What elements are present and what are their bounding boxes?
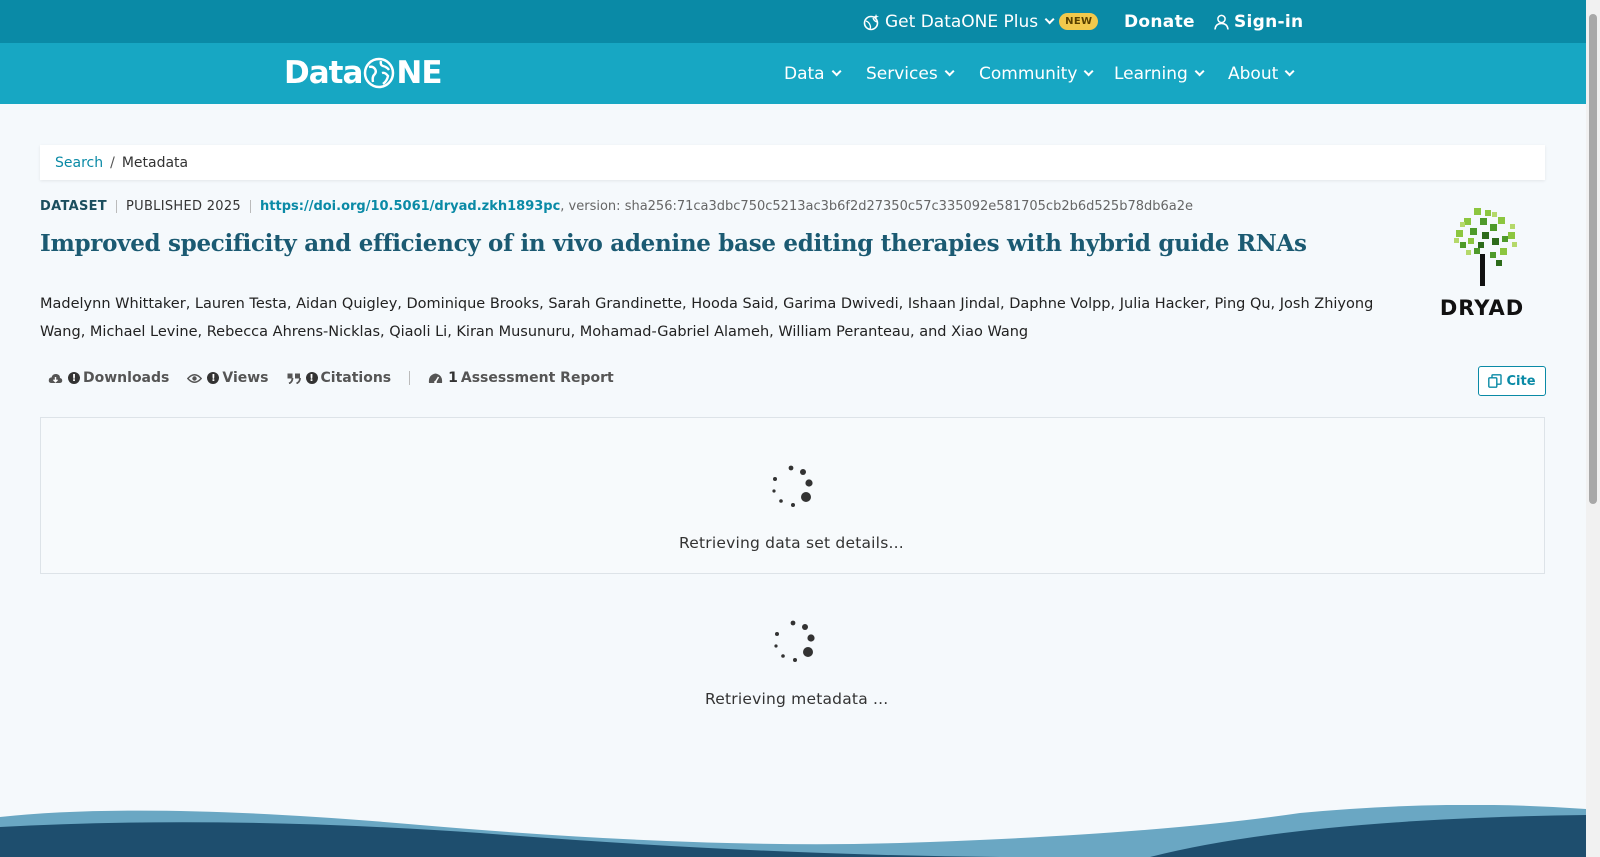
alert-icon: !	[305, 372, 318, 384]
metrics-bar: ! Downloads ! Views ! Citations 1 Assess…	[48, 370, 632, 386]
get-dataone-plus-menu[interactable]: Get DataONE Plus NEW	[862, 0, 1099, 43]
nav-learning[interactable]: Learning	[1114, 43, 1205, 104]
footer-wave	[0, 805, 1586, 857]
nav-about[interactable]: About	[1228, 43, 1295, 104]
chevron-down-icon	[1044, 14, 1055, 25]
quote-icon	[287, 373, 301, 384]
get-dataone-plus-label: Get DataONE Plus	[885, 11, 1039, 32]
nav-learning-label: Learning	[1114, 63, 1188, 84]
nav-data[interactable]: Data	[784, 43, 842, 104]
downloads-label: Downloads	[83, 370, 170, 386]
page-scrollbar[interactable]	[1586, 0, 1600, 857]
nav-data-label: Data	[784, 63, 825, 84]
eye-icon	[187, 373, 203, 383]
sign-in-link[interactable]: Sign-in	[1214, 0, 1303, 43]
chevron-down-icon	[1194, 66, 1205, 77]
gauge-icon	[429, 373, 443, 384]
assessment-label: Assessment Report	[460, 370, 614, 386]
main-navigation: Data NE Data Services Community Learning…	[0, 43, 1586, 104]
cloud-download-icon	[48, 373, 63, 383]
breadcrumb-current: Metadata	[121, 154, 189, 171]
nav-services-label: Services	[866, 63, 938, 84]
views-label: Views	[222, 370, 269, 386]
loading-spinner-icon	[772, 465, 813, 507]
top-utility-bar: Get DataONE Plus NEW Donate Sign-in	[0, 0, 1586, 43]
sign-in-label: Sign-in	[1234, 11, 1304, 32]
dataset-title: Improved specificity and efficiency of i…	[40, 230, 1307, 257]
nav-community-label: Community	[979, 63, 1078, 84]
logo-text-ne: NE	[396, 55, 442, 91]
dryad-logo[interactable]: DRYAD	[1430, 208, 1534, 320]
cite-button[interactable]: Cite	[1478, 366, 1546, 396]
cite-label: Cite	[1506, 373, 1536, 389]
citations-metric[interactable]: ! Citations	[287, 370, 392, 386]
dryad-tree-icon	[1454, 208, 1517, 286]
chevron-down-icon	[831, 66, 842, 77]
dataset-meta-line: DATASET PUBLISHED 2025 https://doi.org/1…	[40, 199, 1193, 214]
dataset-type-label: DATASET	[40, 199, 107, 214]
chevron-down-icon	[944, 66, 955, 77]
views-metric[interactable]: ! Views	[187, 370, 269, 386]
donate-link[interactable]: Donate	[1124, 0, 1195, 43]
dryad-logo-label: DRYAD	[1439, 296, 1525, 320]
globe-icon	[364, 57, 395, 89]
nav-services[interactable]: Services	[866, 43, 955, 104]
citations-label: Citations	[320, 370, 392, 386]
chevron-down-icon	[1084, 66, 1094, 77]
version-hash: , version: sha256:71ca3dbc750c5213ac3b6f…	[560, 199, 1193, 214]
downloads-metric[interactable]: ! Downloads	[48, 370, 169, 386]
details-loading-text: Retrieving data set details...	[679, 534, 904, 552]
doi-link[interactable]: https://doi.org/10.5061/dryad.zkh1893pc	[260, 199, 560, 214]
alert-icon: !	[68, 372, 80, 384]
loading-spinner-icon	[774, 620, 815, 662]
nav-about-label: About	[1228, 63, 1279, 84]
assessment-report-link[interactable]: 1 Assessment Report	[428, 370, 614, 386]
metadata-loading-text: Retrieving metadata ...	[705, 690, 889, 708]
alert-icon: !	[207, 372, 220, 384]
new-badge: NEW	[1059, 13, 1099, 30]
divider	[115, 200, 117, 213]
breadcrumb-separator: /	[110, 154, 115, 171]
author-list: Madelynn Whittaker, Lauren Testa, Aidan …	[40, 296, 1374, 340]
scrollbar-thumb[interactable]	[1589, 14, 1597, 504]
divider	[250, 200, 252, 213]
breadcrumb: Search / Metadata	[40, 145, 1545, 180]
breadcrumb-search-link[interactable]: Search	[55, 155, 103, 171]
chevron-down-icon	[1284, 66, 1295, 77]
copy-icon	[1488, 374, 1503, 388]
globe-sparkle-icon	[863, 13, 879, 30]
nav-community[interactable]: Community	[979, 43, 1094, 104]
assessment-count: 1	[448, 370, 458, 386]
user-icon	[1214, 14, 1229, 30]
data-details-panel: Retrieving data set details...	[40, 417, 1545, 574]
published-label: PUBLISHED 2025	[125, 199, 242, 214]
logo-text-data: Data	[284, 55, 363, 91]
dataone-logo[interactable]: Data NE	[284, 53, 443, 93]
divider	[409, 371, 411, 385]
